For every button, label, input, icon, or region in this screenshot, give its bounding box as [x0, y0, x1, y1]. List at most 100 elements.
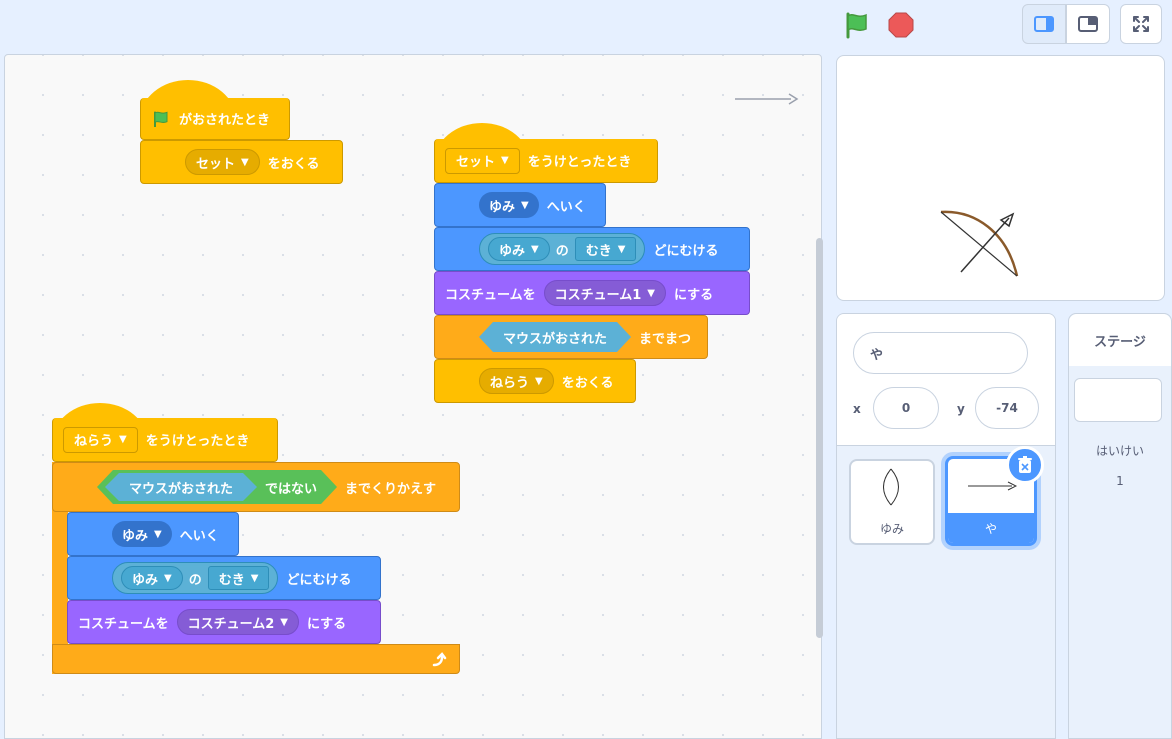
block-label: へいく: [546, 199, 586, 215]
green-flag-icon: [154, 111, 168, 127]
dropdown-value: コスチューム1: [554, 287, 642, 303]
when-flag-clicked-block[interactable]: がおされたとき: [140, 98, 290, 140]
block-label: どにむける: [286, 572, 352, 588]
arrow-sprite-thumbnail: [968, 481, 1018, 491]
sprite-pane: や x 0 y -74 ゆみ や: [836, 313, 1056, 739]
sprite-tile-yumi[interactable]: ゆみ: [849, 459, 935, 545]
broadcast-block[interactable]: セット ▼ をおくる: [140, 140, 343, 184]
sprite-tile-label: ゆみ: [879, 521, 904, 536]
mouse-down-boolean[interactable]: マウスがおされた: [105, 473, 257, 501]
backdrop-label: はいけい: [1095, 444, 1144, 458]
block-label: をおくる: [561, 375, 614, 391]
backdrop-count: 1: [1116, 474, 1124, 488]
sensing-of-reporter[interactable]: ゆみ ▼ の むき ▼: [479, 233, 646, 265]
bow-and-arrow-sprite: [940, 210, 1019, 277]
block-label: へいく: [179, 528, 219, 544]
chevron-down-icon: ▼: [521, 199, 529, 211]
of-label: の: [555, 243, 569, 259]
c-block-bottom: [52, 644, 460, 674]
block-label: をうけとったとき: [527, 155, 632, 170]
dropdown-value: ゆみ: [122, 528, 149, 544]
fullscreen-button[interactable]: [1120, 4, 1162, 44]
block-label: にする: [306, 616, 347, 632]
block-label: コスチュームを: [78, 616, 169, 632]
chevron-down-icon: ▼: [501, 155, 509, 166]
sprite-name-input[interactable]: や: [853, 332, 1028, 374]
dropdown-value: コスチューム2: [187, 616, 275, 632]
y-input[interactable]: -74: [975, 387, 1039, 429]
small-stage-button[interactable]: [1022, 4, 1066, 44]
large-stage-icon: [1078, 16, 1098, 32]
goto-block[interactable]: ゆみ ▼ へいく: [67, 512, 239, 556]
dropdown-value: ねらう: [490, 375, 530, 391]
stage-canvas[interactable]: [836, 55, 1165, 301]
block-label: までくりかえす: [345, 481, 437, 497]
costume-dropdown[interactable]: コスチューム1 ▼: [543, 280, 666, 306]
point-towards-block[interactable]: ゆみ ▼ の むき ▼ どにむける: [434, 227, 750, 271]
sensing-of-reporter[interactable]: ゆみ ▼ の むき ▼: [112, 562, 279, 594]
x-label: x: [853, 402, 861, 416]
stage-selector[interactable]: ステージ はいけい 1: [1068, 313, 1172, 739]
goto-dropdown[interactable]: ゆみ ▼: [479, 192, 539, 218]
when-receive-block[interactable]: ねらう ▼ をうけとったとき: [52, 418, 278, 462]
goto-dropdown[interactable]: ゆみ ▼: [112, 521, 172, 547]
dropdown-value: ゆみ: [499, 243, 526, 259]
chevron-down-icon: ▼: [280, 616, 288, 628]
block-label: がおされたとき: [179, 113, 271, 128]
block-label: までまつ: [639, 331, 692, 347]
message-dropdown[interactable]: セット ▼: [445, 147, 520, 174]
property-dropdown[interactable]: むき ▼: [574, 237, 637, 261]
chevron-down-icon: ▼: [531, 243, 539, 255]
point-towards-block[interactable]: ゆみ ▼ の むき ▼ どにむける: [67, 556, 381, 600]
of-label: の: [188, 572, 202, 588]
switch-costume-block[interactable]: コスチュームを コスチューム1 ▼ にする: [434, 271, 750, 315]
stop-icon: [888, 12, 914, 38]
code-scrollbar[interactable]: [816, 238, 823, 638]
chevron-down-icon: ▼: [154, 528, 162, 540]
dropdown-value: セット: [456, 155, 496, 170]
goto-block[interactable]: ゆみ ▼ へいく: [434, 183, 606, 227]
block-label: コスチュームを: [445, 287, 536, 303]
green-flag-button[interactable]: [842, 10, 872, 40]
message-dropdown[interactable]: ねらう ▼: [63, 426, 138, 453]
property-dropdown[interactable]: むき ▼: [207, 566, 270, 590]
small-stage-icon: [1034, 16, 1054, 32]
dropdown-value: ゆみ: [132, 572, 159, 588]
dropdown-value: ゆみ: [489, 199, 516, 215]
stop-button[interactable]: [886, 10, 916, 40]
bow-sprite-thumbnail: [883, 468, 899, 506]
broadcast-block[interactable]: ねらう ▼ をおくる: [434, 359, 636, 403]
wait-until-block[interactable]: マウスがおされた までまつ: [434, 315, 708, 359]
large-stage-button[interactable]: [1066, 4, 1110, 44]
sprite-dropdown[interactable]: ゆみ ▼: [121, 566, 183, 590]
not-operator[interactable]: マウスがおされた ではない: [97, 470, 337, 504]
when-receive-block[interactable]: セット ▼ をうけとったとき: [434, 139, 658, 183]
backdrop-thumbnail[interactable]: [1074, 378, 1162, 422]
loop-arrow-icon: [432, 652, 447, 667]
block-label: にする: [673, 287, 714, 303]
chevron-down-icon: ▼: [535, 375, 543, 387]
x-input[interactable]: 0: [873, 387, 939, 429]
block-label: をうけとったとき: [145, 434, 250, 449]
switch-costume-block[interactable]: コスチュームを コスチューム2 ▼ にする: [67, 600, 381, 644]
mouse-down-boolean[interactable]: マウスがおされた: [479, 322, 631, 352]
sprite-dropdown[interactable]: ゆみ ▼: [488, 237, 550, 261]
dropdown-value: セット: [196, 156, 236, 172]
top-bar: [0, 0, 1172, 54]
dropdown-value: むき: [218, 572, 245, 588]
repeat-until-block[interactable]: マウスがおされた ではない までくりかえす: [52, 462, 460, 512]
chevron-down-icon: ▼: [119, 434, 127, 445]
y-label: y: [957, 402, 965, 416]
fullscreen-icon: [1133, 16, 1149, 32]
delete-sprite-button[interactable]: [1006, 446, 1044, 484]
dropdown-value: むき: [585, 243, 612, 259]
broadcast-dropdown[interactable]: セット ▼: [185, 149, 260, 175]
chevron-down-icon: ▼: [164, 572, 172, 584]
chevron-down-icon: ▼: [647, 287, 655, 299]
broadcast-dropdown[interactable]: ねらう ▼: [479, 368, 554, 394]
sprite-tile-label: や: [948, 513, 1034, 543]
costume-dropdown[interactable]: コスチューム2 ▼: [176, 609, 299, 635]
block-label: をおくる: [267, 156, 320, 172]
green-flag-icon: [846, 12, 867, 39]
not-label: ではない: [265, 481, 318, 497]
